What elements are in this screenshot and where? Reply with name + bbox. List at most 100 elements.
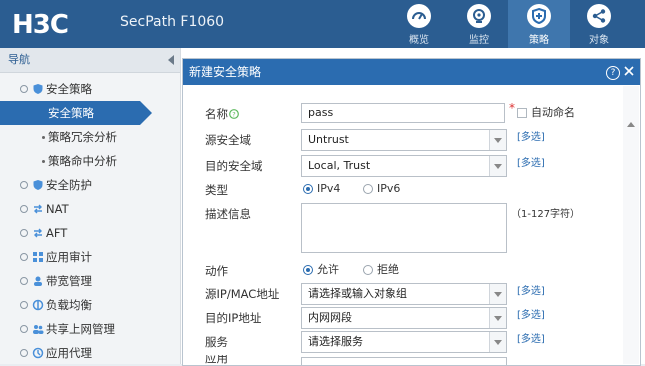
name-row: 名称? pass * 自动命名	[183, 101, 623, 125]
sidebar-item-app-audit[interactable]: 应用审计	[0, 245, 180, 269]
sidebar-item-nat[interactable]: NAT	[0, 197, 180, 221]
expand-icon[interactable]	[20, 253, 28, 261]
close-icon[interactable]	[623, 65, 635, 77]
chevron-down-icon[interactable]	[489, 130, 506, 150]
required-mark: *	[509, 101, 515, 115]
tab-object[interactable]: 对象	[568, 0, 630, 48]
src-addr-label: 源IP/MAC地址	[205, 287, 280, 301]
auto-name-checkbox[interactable]	[517, 108, 527, 118]
chevron-down-icon[interactable]	[489, 308, 506, 328]
new-policy-dialog: 新建安全策略 ? 名称? pass * 自动命名 源安全域 Untrust [多…	[182, 58, 641, 366]
expand-icon[interactable]	[20, 325, 28, 333]
dst-addr-label: 目的IP地址	[205, 311, 262, 325]
dst-addr-select[interactable]: 内网网段	[301, 307, 507, 329]
multi-select-link[interactable]: [多选]	[517, 129, 545, 147]
dialog-title: 新建安全策略	[189, 65, 262, 79]
service-select[interactable]: 请选择服务	[301, 331, 507, 353]
tab-monitor[interactable]: 监控	[448, 0, 510, 48]
multi-select-link[interactable]: [多选]	[517, 283, 545, 301]
src-addr-select[interactable]: 请选择或输入对象组	[301, 283, 507, 305]
desc-hint: （1-127字符）	[511, 209, 581, 220]
ipv4-radio[interactable]	[303, 184, 313, 194]
sidebar-item-label: 应用代理	[46, 346, 92, 360]
bullet-icon	[42, 160, 45, 163]
sidebar-item-label: 策略命中分析	[48, 154, 117, 168]
ipv4-label: IPv4	[317, 182, 341, 195]
tab-overview[interactable]: 概览	[388, 0, 450, 48]
help-icon[interactable]: ?	[606, 66, 620, 80]
expand-icon[interactable]	[20, 277, 28, 285]
expand-icon[interactable]	[20, 85, 28, 93]
multi-select-link[interactable]: [多选]	[517, 331, 545, 349]
sidebar-subitem-hit-analysis[interactable]: 策略命中分析	[0, 149, 180, 173]
dialog-titlebar: 新建安全策略 ?	[183, 59, 640, 85]
sidebar-header: 导航	[0, 48, 180, 73]
bandwidth-icon	[34, 276, 42, 286]
chevron-down-icon[interactable]	[489, 156, 506, 176]
ipv6-radio[interactable]	[363, 184, 373, 194]
aft-icon	[34, 228, 42, 238]
help-icon[interactable]: ?	[229, 109, 239, 119]
dst-zone-select[interactable]: Local, Trust	[301, 155, 507, 177]
service-placeholder: 请选择服务	[308, 335, 363, 348]
expand-icon[interactable]	[20, 205, 28, 213]
sidebar-item-shared-internet[interactable]: 共享上网管理	[0, 317, 180, 341]
sidebar-item-label: 安全策略	[48, 106, 94, 120]
tab-policy[interactable]: 策略	[508, 0, 570, 48]
auto-name-label: 自动命名	[531, 106, 575, 119]
sidebar-item-label: 负载均衡	[46, 298, 92, 312]
gauge-icon	[407, 4, 431, 28]
sidebar-item-aft[interactable]: AFT	[0, 221, 180, 245]
action-row: 动作 允许 拒绝	[183, 260, 623, 282]
type-row: 类型 IPv4 IPv6	[183, 179, 623, 201]
sidebar-item-label: 应用审计	[46, 250, 92, 264]
deny-radio[interactable]	[363, 265, 373, 275]
desc-label: 描述信息	[205, 207, 251, 221]
collapse-icon[interactable]	[168, 55, 174, 65]
dst-addr-row: 目的IP地址 内网网段 [多选]	[183, 307, 623, 329]
sidebar-item-app-proxy[interactable]: 应用代理	[0, 341, 180, 365]
dialog-scrollbar[interactable]	[623, 86, 639, 364]
action-label: 动作	[205, 264, 228, 278]
sidebar-item-load-balance[interactable]: 负载均衡	[0, 293, 180, 317]
sidebar-item-security-protection[interactable]: 安全防护	[0, 173, 180, 197]
shared-internet-icon	[33, 325, 44, 334]
chevron-down-icon[interactable]	[489, 332, 506, 352]
tab-label: 概览	[409, 35, 429, 46]
sidebar-item-bandwidth[interactable]: 带宽管理	[0, 269, 180, 293]
sidebar-item-label: 策略冗余分析	[48, 130, 117, 144]
svg-text:H3C: H3C	[12, 10, 68, 39]
shield-icon	[33, 84, 43, 94]
dst-zone-label: 目的安全域	[205, 159, 263, 173]
desc-textarea[interactable]	[301, 203, 507, 253]
expand-icon[interactable]	[20, 229, 28, 237]
multi-select-link[interactable]: [多选]	[517, 307, 545, 325]
sidebar-item-label: 安全策略	[46, 82, 92, 96]
service-label: 服务	[205, 335, 228, 349]
top-header: H3C SecPath F1060 概览 监控 策略 对象	[0, 0, 645, 48]
app-audit-icon	[33, 252, 43, 262]
scroll-up-icon[interactable]	[627, 122, 635, 127]
name-label: 名称?	[205, 103, 239, 125]
sidebar-subitem-security-policy[interactable]: 安全策略	[0, 101, 152, 125]
product-name: SecPath F1060	[120, 14, 225, 30]
dst-addr-value: 内网网段	[308, 311, 352, 324]
shield-icon	[527, 4, 551, 28]
sidebar-item-label: 安全防护	[46, 178, 92, 192]
name-input[interactable]: pass	[301, 103, 505, 123]
expand-icon[interactable]	[20, 301, 28, 309]
allow-radio[interactable]	[303, 265, 313, 275]
src-zone-value: Untrust	[308, 133, 349, 146]
sidebar-subitem-redundancy-analysis[interactable]: 策略冗余分析	[0, 125, 180, 149]
expand-icon[interactable]	[20, 349, 28, 357]
load-balance-icon	[32, 299, 44, 311]
expand-icon[interactable]	[20, 181, 28, 189]
src-zone-label: 源安全域	[205, 133, 251, 147]
share-icon	[587, 4, 611, 28]
chevron-down-icon[interactable]	[489, 284, 506, 304]
h3c-logo: H3C	[12, 10, 69, 39]
src-zone-select[interactable]: Untrust	[301, 129, 507, 151]
sidebar-title: 导航	[8, 53, 30, 66]
sidebar-item-security-policy[interactable]: 安全策略	[0, 77, 180, 101]
multi-select-link[interactable]: [多选]	[517, 155, 545, 173]
